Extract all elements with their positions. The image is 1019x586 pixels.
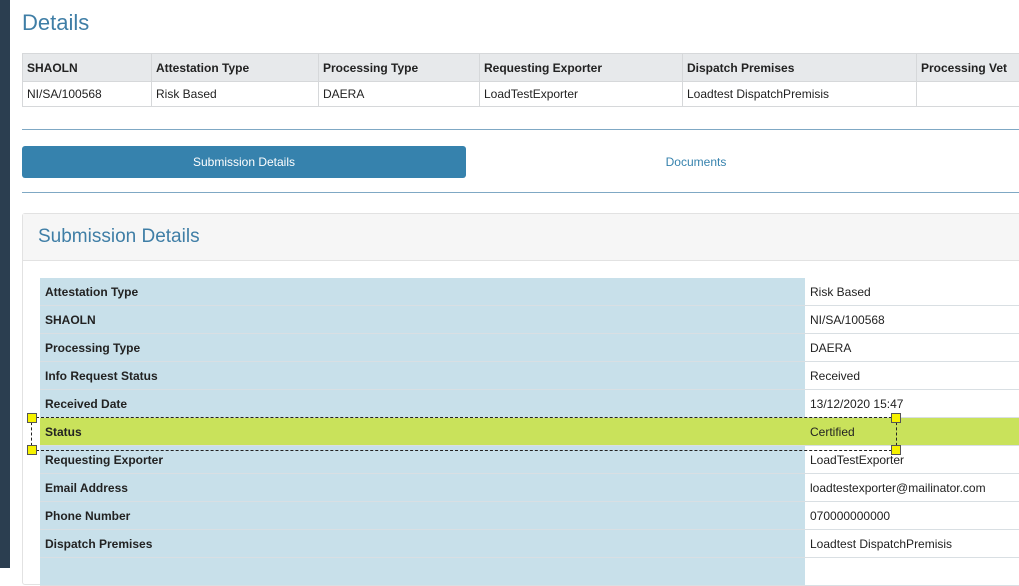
page-title: Details xyxy=(22,10,89,36)
detail-value: Received xyxy=(805,362,1019,390)
table-row: NI/SA/100568 Risk Based DAERA LoadTestEx… xyxy=(23,82,1019,107)
column-header-dispatch-premises: Dispatch Premises xyxy=(683,54,917,82)
divider xyxy=(22,129,1019,130)
cell-attestation-type: Risk Based xyxy=(152,82,319,107)
app-sidebar-strip xyxy=(0,0,10,568)
detail-row-email-address: Email Address loadtestexporter@mailinato… xyxy=(40,474,1019,502)
detail-value: DAERA xyxy=(805,334,1019,362)
cell-dispatch-premises: Loadtest DispatchPremisis xyxy=(683,82,917,107)
detail-row-phone-number: Phone Number 070000000000 xyxy=(40,502,1019,530)
cell-shaoln: NI/SA/100568 xyxy=(23,82,152,107)
detail-value: 13/12/2020 15:47 xyxy=(805,390,1019,418)
detail-label: SHAOLN xyxy=(40,306,805,334)
detail-label: Processing Type xyxy=(40,334,805,362)
detail-row-info-request-status: Info Request Status Received xyxy=(40,362,1019,390)
detail-value xyxy=(805,558,1019,586)
detail-row-received-date: Received Date 13/12/2020 15:47 xyxy=(40,390,1019,418)
cell-requesting-exporter: LoadTestExporter xyxy=(480,82,683,107)
detail-label xyxy=(40,558,805,586)
detail-label: Received Date xyxy=(40,390,805,418)
detail-value: loadtestexporter@mailinator.com xyxy=(805,474,1019,502)
column-header-attestation-type: Attestation Type xyxy=(152,54,319,82)
detail-row-dispatch-premises: Dispatch Premises Loadtest DispatchPremi… xyxy=(40,530,1019,558)
details-table: Attestation Type Risk Based SHAOLN NI/SA… xyxy=(40,278,1019,586)
column-header-requesting-exporter: Requesting Exporter xyxy=(480,54,683,82)
detail-label: Requesting Exporter xyxy=(40,446,805,474)
column-header-processing-vet: Processing Vet xyxy=(917,54,1019,82)
detail-row-status: Status Certified xyxy=(40,418,1019,446)
detail-label: Info Request Status xyxy=(40,362,805,390)
detail-value: LoadTestExporter xyxy=(805,446,1019,474)
detail-row-processing-type: Processing Type DAERA xyxy=(40,334,1019,362)
status-value: Certified xyxy=(805,418,1019,446)
detail-value: Risk Based xyxy=(805,278,1019,306)
detail-label: Status xyxy=(40,418,805,446)
detail-value: 070000000000 xyxy=(805,502,1019,530)
detail-value: NI/SA/100568 xyxy=(805,306,1019,334)
cell-processing-type: DAERA xyxy=(319,82,480,107)
column-header-shaoln: SHAOLN xyxy=(23,54,152,82)
summary-header-row: SHAOLN Attestation Type Processing Type … xyxy=(23,54,1019,82)
summary-table: SHAOLN Attestation Type Processing Type … xyxy=(22,53,1019,107)
detail-row-requesting-exporter: Requesting Exporter LoadTestExporter xyxy=(40,446,1019,474)
divider xyxy=(22,192,1019,193)
detail-label: Dispatch Premises xyxy=(40,530,805,558)
detail-row-partial xyxy=(40,558,1019,586)
detail-label: Email Address xyxy=(40,474,805,502)
tab-documents[interactable]: Documents xyxy=(466,146,926,178)
column-header-processing-type: Processing Type xyxy=(319,54,480,82)
detail-value: Loadtest DispatchPremisis xyxy=(805,530,1019,558)
detail-row-attestation-type: Attestation Type Risk Based xyxy=(40,278,1019,306)
cell-processing-vet xyxy=(917,82,1019,107)
panel-title: Submission Details xyxy=(23,214,1019,261)
tab-submission-details[interactable]: Submission Details xyxy=(22,146,466,178)
detail-label: Phone Number xyxy=(40,502,805,530)
detail-label: Attestation Type xyxy=(40,278,805,306)
detail-row-shaoln: SHAOLN NI/SA/100568 xyxy=(40,306,1019,334)
submission-details-panel: Submission Details Attestation Type Risk… xyxy=(22,213,1019,585)
